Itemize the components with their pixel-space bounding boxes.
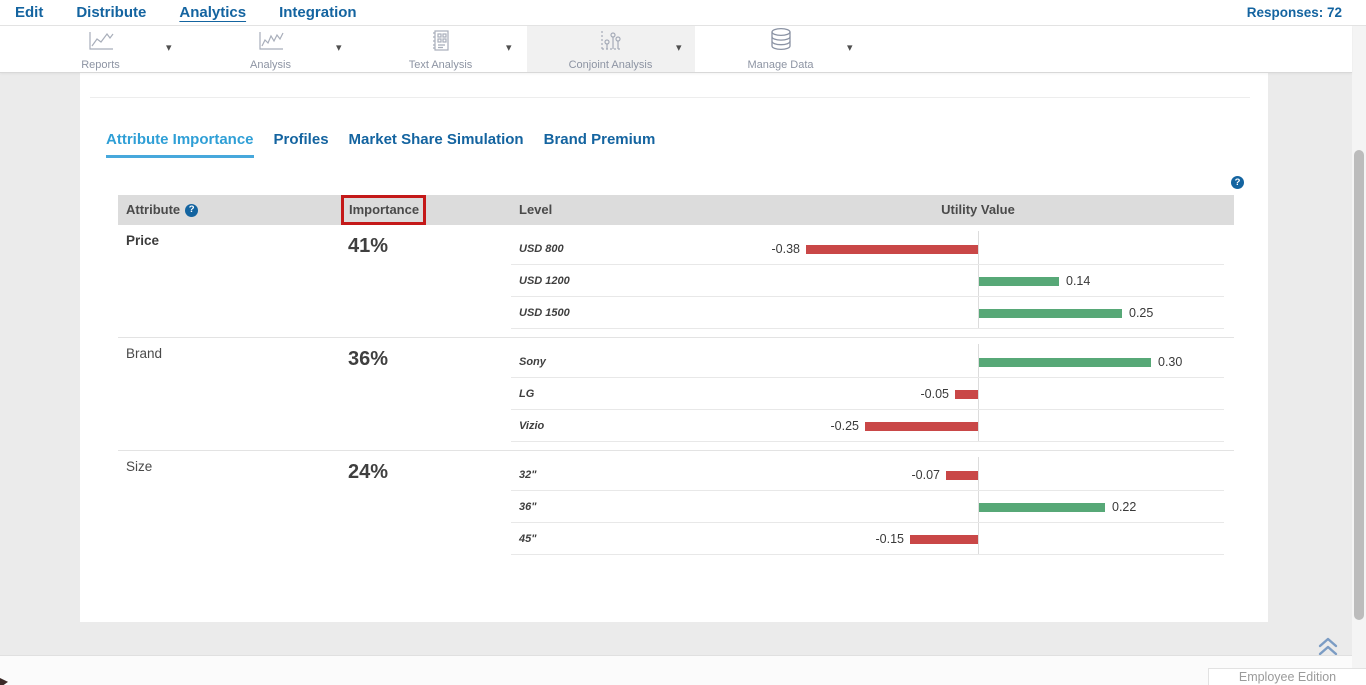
table-header-row: Attribute ? Importance Level Utility Val… <box>118 195 1234 225</box>
conjoint-tabs: Attribute Importance Profiles Market Sha… <box>106 131 655 158</box>
edition-badge: Employee Edition <box>1208 668 1366 685</box>
help-icon[interactable]: ? <box>1231 176 1244 189</box>
utility-value-label: -0.25 <box>799 410 859 442</box>
utility-value-label: -0.05 <box>889 378 949 410</box>
nav-item-analytics[interactable]: Analytics <box>179 4 246 21</box>
level-label: USD 800 <box>519 233 564 265</box>
tab-profiles[interactable]: Profiles <box>274 131 329 158</box>
table-body: Price 41% USD 800 -0.38 USD 1200 0.14 US… <box>118 225 1234 563</box>
toolbar-item-label: Conjoint Analysis <box>569 59 653 71</box>
utility-value-label: 0.25 <box>1129 297 1153 329</box>
nav-item-distribute[interactable]: Distribute <box>76 4 146 21</box>
header-attribute-label: Attribute <box>126 195 180 225</box>
attribute-importance-table: Attribute ? Importance Level Utility Val… <box>118 195 1234 563</box>
attribute-help-icon[interactable]: ? <box>185 204 198 217</box>
level-rows: USD 800 -0.38 USD 1200 0.14 USD 1500 0.2… <box>118 233 1234 329</box>
utility-bar <box>955 390 978 399</box>
level-label: LG <box>519 378 534 410</box>
toolbar-item-manage-data[interactable]: Manage Data <box>728 29 833 71</box>
level-row: USD 1200 0.14 <box>118 265 1234 297</box>
tab-market-share-simulation[interactable]: Market Share Simulation <box>349 131 524 158</box>
utility-bar <box>806 245 978 254</box>
header-attribute: Attribute ? <box>126 195 198 225</box>
level-row: 36" 0.22 <box>118 491 1234 523</box>
level-row: LG -0.05 <box>118 378 1234 410</box>
toolbar-item-label: Reports <box>81 59 120 71</box>
utility-value-label: 0.22 <box>1112 491 1136 523</box>
utility-value-label: 0.14 <box>1066 265 1090 297</box>
tab-brand-premium[interactable]: Brand Premium <box>544 131 656 158</box>
level-row: USD 1500 0.25 <box>118 297 1234 329</box>
attribute-group: Price 41% USD 800 -0.38 USD 1200 0.14 US… <box>118 225 1234 338</box>
database-icon <box>769 27 793 57</box>
toolbar-item-label: Manage Data <box>747 59 813 71</box>
level-row: Vizio -0.25 <box>118 410 1234 442</box>
level-rows: 32" -0.07 36" 0.22 45" -0.15 <box>118 459 1234 555</box>
level-rows: Sony 0.30 LG -0.05 Vizio -0.25 <box>118 346 1234 442</box>
utility-bar <box>946 471 978 480</box>
scatter-chart-icon <box>598 29 624 57</box>
utility-bar <box>979 277 1059 286</box>
level-label: 36" <box>519 491 536 523</box>
utility-bar <box>910 535 978 544</box>
attribute-group: Brand 36% Sony 0.30 LG -0.05 Vizio -0.25 <box>118 338 1234 451</box>
toolbar-item-analysis[interactable]: Analysis <box>228 29 313 71</box>
level-row: USD 800 -0.38 <box>118 233 1234 265</box>
level-label: 32" <box>519 459 536 491</box>
utility-bar <box>979 309 1122 318</box>
attribute-group: Size 24% 32" -0.07 36" 0.22 45" -0.15 <box>118 451 1234 563</box>
level-label: 45" <box>519 523 536 555</box>
top-navigation: Edit Distribute Analytics Integration Re… <box>0 0 1366 26</box>
header-utility-value: Utility Value <box>908 195 1048 225</box>
level-row: 32" -0.07 <box>118 459 1234 491</box>
utility-bar <box>979 503 1105 512</box>
conjoint-analysis-panel: Attribute Importance Profiles Market Sha… <box>80 73 1268 622</box>
analytics-toolbar: Reports ▾ Analysis ▾ Text An <box>0 26 1352 73</box>
utility-value-label: -0.38 <box>740 233 800 265</box>
header-level: Level <box>519 195 552 225</box>
analysis-dropdown-caret[interactable]: ▾ <box>336 41 342 54</box>
toolbar-item-label: Text Analysis <box>409 59 473 71</box>
utility-bar <box>865 422 978 431</box>
level-row: 45" -0.15 <box>118 523 1234 555</box>
level-label: USD 1200 <box>519 265 570 297</box>
level-label: Vizio <box>519 410 544 442</box>
footer-bar <box>0 655 1352 685</box>
toolbar-item-conjoint-analysis[interactable]: Conjoint Analysis <box>558 29 663 71</box>
panel-divider <box>90 97 1250 98</box>
scrollbar-thumb[interactable] <box>1354 150 1364 620</box>
level-label: Sony <box>519 346 546 378</box>
utility-bar <box>979 358 1151 367</box>
responses-count[interactable]: Responses: 72 <box>1247 5 1342 20</box>
reports-dropdown-caret[interactable]: ▾ <box>166 41 172 54</box>
manage-data-dropdown-caret[interactable]: ▾ <box>847 41 853 54</box>
line-chart-icon <box>87 30 115 57</box>
multi-line-chart-icon <box>257 30 285 57</box>
utility-value-label: -0.15 <box>844 523 904 555</box>
tab-attribute-importance[interactable]: Attribute Importance <box>106 131 254 158</box>
conjoint-dropdown-caret[interactable]: ▾ <box>676 41 682 54</box>
toolbar-item-reports[interactable]: Reports <box>58 29 143 71</box>
toolbar-item-label: Analysis <box>250 59 291 71</box>
level-row: Sony 0.30 <box>118 346 1234 378</box>
text-analysis-dropdown-caret[interactable]: ▾ <box>506 41 512 54</box>
app-screen: Edit Distribute Analytics Integration Re… <box>0 0 1366 685</box>
utility-value-label: -0.07 <box>880 459 940 491</box>
level-label: USD 1500 <box>519 297 570 329</box>
utility-value-label: 0.30 <box>1158 346 1182 378</box>
document-grid-icon <box>430 29 452 57</box>
toolbar-item-text-analysis[interactable]: Text Analysis <box>388 29 493 71</box>
nav-item-integration[interactable]: Integration <box>279 4 357 21</box>
nav-item-edit[interactable]: Edit <box>15 4 43 21</box>
header-importance: Importance <box>349 195 419 225</box>
